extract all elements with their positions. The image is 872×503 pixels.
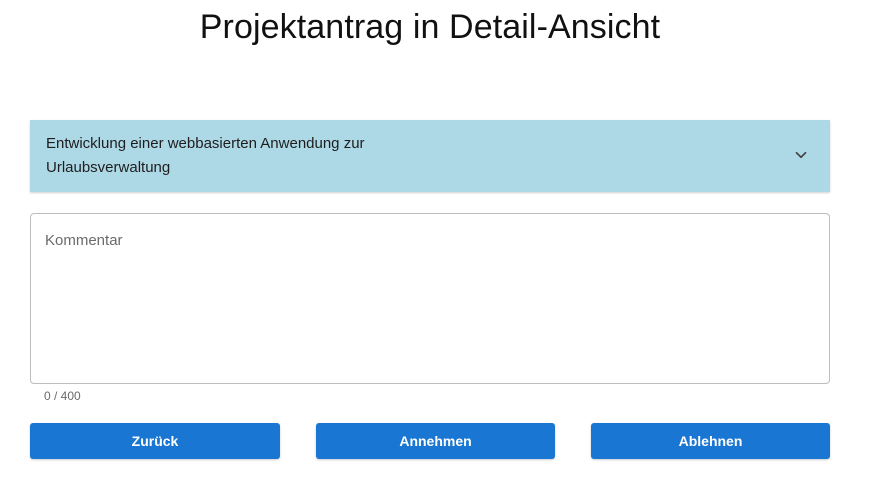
character-counter: 0 / 400 [44,389,81,403]
project-accordion-header[interactable]: Entwicklung einer webbasierten Anwendung… [30,120,830,192]
page-title: Projektantrag in Detail-Ansicht [199,8,661,46]
accept-button[interactable]: Annehmen [316,423,555,459]
project-title: Entwicklung einer webbasierten Anwendung… [46,135,365,176]
page: Projektantrag in Detail-Ansicht Entwickl… [0,0,872,503]
comment-input[interactable] [31,214,829,383]
back-button[interactable]: Zurück [30,423,280,459]
chevron-down-icon[interactable] [792,146,810,164]
comment-field [30,213,830,384]
reject-button[interactable]: Ablehnen [591,423,830,459]
